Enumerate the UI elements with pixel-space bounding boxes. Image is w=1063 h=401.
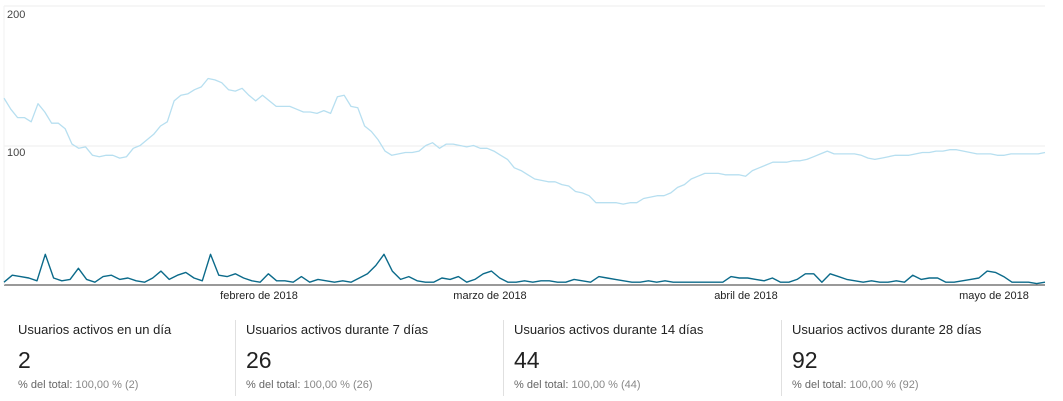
series-line-2 (3, 253, 1046, 285)
total-label: % del total: (792, 379, 847, 391)
total-percent: 100,00 % (92) (849, 379, 919, 391)
x-tick-label: abril de 2018 (714, 290, 778, 302)
scorecard-title: Usuarios activos en un día (18, 322, 172, 337)
divider (781, 320, 782, 396)
scorecard-1-day[interactable]: Usuarios activos en un día 2 % del total… (18, 320, 171, 396)
line-chart: 200 100 febrero de 2018 marzo de 2018 ab… (3, 5, 1046, 302)
scorecard-28-days[interactable]: Usuarios activos durante 28 días 92 % de… (792, 320, 981, 396)
scorecard-title: Usuarios activos durante 14 días (514, 322, 704, 337)
divider (235, 320, 236, 396)
series-line-1 (3, 77, 1046, 205)
scorecard-total: % del total: 100,00 % (2) (18, 379, 171, 391)
scorecard-total: % del total: 100,00 % (92) (792, 379, 981, 391)
x-tick-label: febrero de 2018 (220, 290, 298, 302)
divider (503, 320, 504, 396)
scorecard-title: Usuarios activos durante 28 días (792, 322, 982, 337)
total-label: % del total: (18, 379, 73, 391)
total-percent: 100,00 % (26) (303, 379, 373, 391)
y-tick-label: 100 (7, 147, 25, 159)
scorecard-title: Usuarios activos durante 7 días (246, 322, 429, 337)
scorecard-value: 44 (514, 347, 540, 373)
scorecard-value: 92 (792, 347, 818, 373)
scorecard-7-days[interactable]: Usuarios activos durante 7 días 26 % del… (246, 320, 428, 396)
scorecard-total: % del total: 100,00 % (26) (246, 379, 428, 391)
total-percent: 100,00 % (2) (75, 379, 139, 391)
scorecard-value: 2 (18, 347, 31, 373)
y-tick-label: 200 (7, 9, 25, 21)
x-tick-label: marzo de 2018 (453, 290, 526, 302)
total-label: % del total: (514, 379, 569, 391)
x-tick-label: mayo de 2018 (959, 290, 1029, 302)
scorecard-14-days[interactable]: Usuarios activos durante 14 días 44 % de… (514, 320, 703, 396)
total-percent: 100,00 % (44) (571, 379, 641, 391)
scorecard-total: % del total: 100,00 % (44) (514, 379, 703, 391)
total-label: % del total: (246, 379, 301, 391)
scorecard-value: 26 (246, 347, 272, 373)
scorecard-row: Usuarios activos en un día 2 % del total… (0, 312, 1063, 401)
